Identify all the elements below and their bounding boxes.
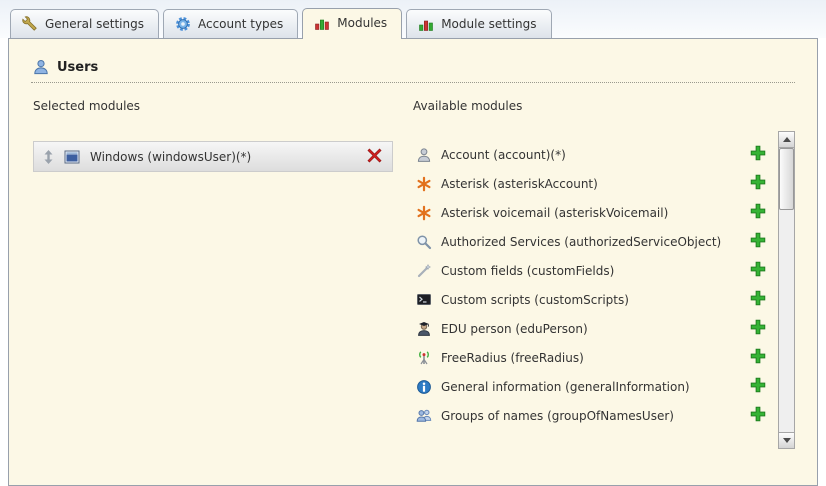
add-module-button[interactable] xyxy=(749,407,766,424)
arrow-down-icon xyxy=(783,438,791,443)
windows-icon xyxy=(64,149,80,165)
scroll-up-button[interactable] xyxy=(779,132,794,148)
magnifier-icon xyxy=(416,234,432,250)
tab-label: Module settings xyxy=(441,17,536,31)
add-module-button[interactable] xyxy=(749,146,766,163)
module-label: Account (account)(*) xyxy=(441,148,566,162)
modules-chart-icon xyxy=(314,15,330,31)
green-plus-icon xyxy=(750,232,766,251)
module-label: Groups of names (groupOfNamesUser) xyxy=(441,409,674,423)
tab-label: General settings xyxy=(45,17,144,31)
add-module-button[interactable] xyxy=(749,262,766,279)
add-module-button[interactable] xyxy=(749,349,766,366)
module-label: General information (generalInformation) xyxy=(441,380,690,394)
module-label: FreeRadius (freeRadius) xyxy=(441,351,584,365)
tab-module-settings[interactable]: Module settings xyxy=(406,9,551,38)
graduate-person-icon xyxy=(416,321,432,337)
available-module-row: FreeRadius (freeRadius) xyxy=(413,343,778,372)
available-module-row: Custom scripts (customScripts) xyxy=(413,285,778,314)
green-plus-icon xyxy=(750,348,766,367)
terminal-icon xyxy=(416,292,432,308)
antenna-icon xyxy=(416,350,432,366)
add-module-button[interactable] xyxy=(749,175,766,192)
module-label: EDU person (eduPerson) xyxy=(441,322,588,336)
add-module-button[interactable] xyxy=(749,320,766,337)
content-panel: Users Selected modules Windows (windowsU… xyxy=(8,38,818,486)
wand-icon xyxy=(416,263,432,279)
arrow-up-icon xyxy=(783,137,791,142)
module-settings-chart-icon xyxy=(418,16,434,32)
selected-module-label: Windows (windowsUser)(*) xyxy=(90,150,251,164)
tab-label: Modules xyxy=(337,16,387,30)
green-plus-icon xyxy=(750,261,766,280)
group-people-icon xyxy=(416,408,432,424)
green-plus-icon xyxy=(750,290,766,309)
available-module-row: General information (generalInformation) xyxy=(413,372,778,401)
module-columns: Selected modules Windows (windowsUser)(*… xyxy=(33,99,795,449)
drag-handle-icon[interactable] xyxy=(43,149,54,165)
module-label: Asterisk voicemail (asteriskVoicemail) xyxy=(441,206,668,220)
add-module-button[interactable] xyxy=(749,204,766,221)
green-plus-icon xyxy=(750,406,766,425)
green-plus-icon xyxy=(750,174,766,193)
tab-label: Account types xyxy=(198,17,283,31)
remove-module-button[interactable] xyxy=(366,148,383,165)
red-x-icon xyxy=(367,148,382,166)
green-plus-icon xyxy=(750,203,766,222)
available-modules-column: Available modules Account (account)(*) xyxy=(413,99,795,449)
wrench-icon xyxy=(22,16,38,32)
available-module-row: Asterisk voicemail (asteriskVoicemail) xyxy=(413,198,778,227)
tab-bar: General settings Account types Modules M… xyxy=(0,0,826,38)
available-module-row: Authorized Services (authorizedServiceOb… xyxy=(413,227,778,256)
scrollbar-thumb[interactable] xyxy=(779,148,794,210)
available-modules-list-wrap: Account (account)(*) Asterisk (asteriskA… xyxy=(413,131,795,449)
available-module-row: EDU person (eduPerson) xyxy=(413,314,778,343)
module-label: Custom fields (customFields) xyxy=(441,264,614,278)
module-label: Authorized Services (authorizedServiceOb… xyxy=(441,235,721,249)
page-title: Users xyxy=(57,60,98,75)
module-label: Asterisk (asteriskAccount) xyxy=(441,177,598,191)
tab-account-types[interactable]: Account types xyxy=(163,9,298,38)
selected-module-row[interactable]: Windows (windowsUser)(*) xyxy=(33,141,393,172)
add-module-button[interactable] xyxy=(749,291,766,308)
add-module-button[interactable] xyxy=(749,378,766,395)
add-module-button[interactable] xyxy=(749,233,766,250)
selected-modules-heading: Selected modules xyxy=(33,99,393,113)
scroll-down-button[interactable] xyxy=(779,432,794,448)
green-plus-icon xyxy=(750,145,766,164)
green-plus-icon xyxy=(750,319,766,338)
asterisk-icon xyxy=(416,205,432,221)
info-icon xyxy=(416,379,432,395)
user-icon xyxy=(33,59,49,75)
available-modules-list: Account (account)(*) Asterisk (asteriskA… xyxy=(413,131,778,449)
module-label: Custom scripts (customScripts) xyxy=(441,293,629,307)
selected-modules-column: Selected modules Windows (windowsUser)(*… xyxy=(33,99,393,449)
green-plus-icon xyxy=(750,377,766,396)
gear-icon xyxy=(175,16,191,32)
available-module-row: Groups of names (groupOfNamesUser) xyxy=(413,401,778,430)
tab-modules[interactable]: Modules xyxy=(302,8,402,39)
available-module-row: Custom fields (customFields) xyxy=(413,256,778,285)
asterisk-icon xyxy=(416,176,432,192)
available-modules-heading: Available modules xyxy=(413,99,795,113)
available-module-row: Account (account)(*) xyxy=(413,140,778,169)
available-module-row: Asterisk (asteriskAccount) xyxy=(413,169,778,198)
tab-general-settings[interactable]: General settings xyxy=(10,9,159,38)
section-divider xyxy=(31,82,795,83)
section-header: Users xyxy=(33,59,795,75)
account-person-icon xyxy=(416,147,432,163)
scrollbar[interactable] xyxy=(778,131,795,449)
